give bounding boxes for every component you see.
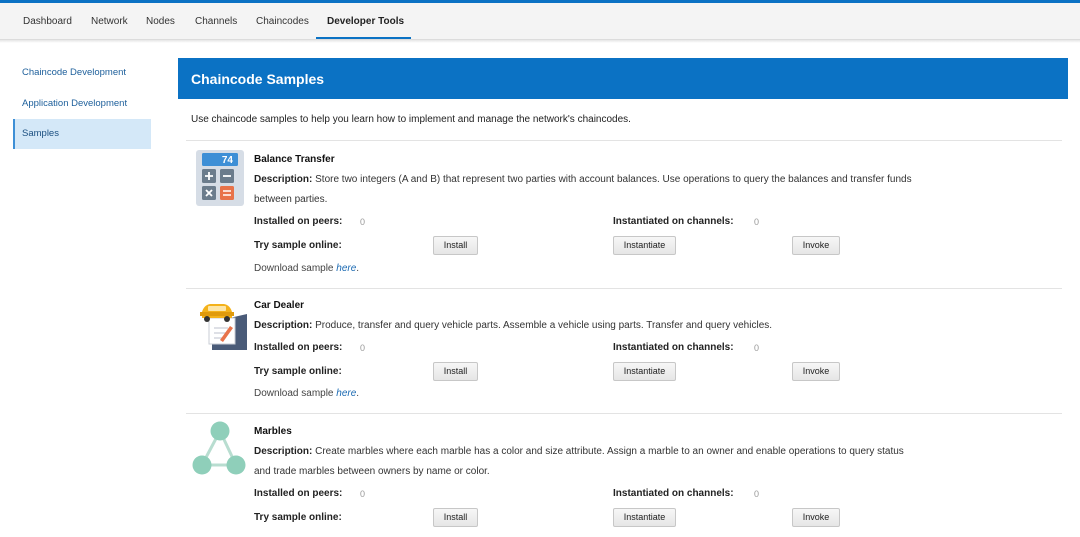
- intro-text: Use chaincode samples to help you learn …: [191, 114, 631, 125]
- description-line-2: and trade marbles between owners by name…: [254, 466, 490, 477]
- sidebar-item-application-development[interactable]: Application Development: [13, 89, 151, 119]
- instantiated-on-channels-label: Instantiated on channels:: [613, 342, 734, 353]
- instantiate-button[interactable]: Instantiate: [613, 508, 676, 527]
- installed-on-peers-count: 0: [360, 343, 366, 353]
- installed-on-peers-label: Installed on peers:: [254, 216, 343, 227]
- instantiated-on-channels-count: 0: [754, 489, 760, 499]
- tab-network[interactable]: Network: [91, 3, 128, 39]
- sample-title: Car Dealer: [254, 300, 305, 311]
- download-sample: Download sample here.: [254, 388, 359, 399]
- download-text: Download sample: [254, 388, 334, 399]
- calculator-icon: 74: [196, 150, 244, 206]
- description-line-1: Create marbles where each marble has a c…: [315, 446, 904, 457]
- download-period: .: [356, 263, 360, 274]
- tab-chaincodes[interactable]: Chaincodes: [256, 3, 309, 39]
- download-text: Download sample: [254, 263, 334, 274]
- marbles-icon: [192, 421, 246, 475]
- divider: [186, 288, 1062, 289]
- sample-description: Description: Store two integers (A and B…: [254, 170, 984, 210]
- top-navigation: Dashboard Network Nodes Channels Chainco…: [0, 3, 1080, 40]
- description-line-1: Produce, transfer and query vehicle part…: [315, 320, 773, 331]
- calculator-display: 74: [222, 155, 234, 166]
- tab-dashboard[interactable]: Dashboard: [23, 3, 72, 39]
- description-line-1: Store two integers (A and B) that repres…: [315, 174, 912, 185]
- tab-nodes[interactable]: Nodes: [146, 3, 175, 39]
- instantiated-on-channels-count: 0: [754, 343, 760, 353]
- invoke-button[interactable]: Invoke: [792, 362, 840, 381]
- instantiate-button[interactable]: Instantiate: [613, 362, 676, 381]
- install-button[interactable]: Install: [433, 236, 478, 255]
- divider: [186, 413, 1062, 414]
- installed-on-peers-count: 0: [360, 489, 366, 499]
- description-label: Description:: [254, 174, 313, 185]
- sidebar-item-samples[interactable]: Samples: [13, 119, 151, 149]
- nav-shadow: [0, 40, 1080, 43]
- car-dealer-icon: [200, 304, 247, 350]
- page-title: Chaincode Samples: [178, 58, 1068, 99]
- installed-on-peers-count: 0: [360, 217, 366, 227]
- instantiate-button[interactable]: Instantiate: [613, 236, 676, 255]
- download-period: .: [356, 388, 360, 399]
- download-sample: Download sample here.: [254, 263, 359, 274]
- try-sample-online-label: Try sample online:: [254, 512, 342, 523]
- install-button[interactable]: Install: [433, 362, 478, 381]
- sample-title: Balance Transfer: [254, 154, 335, 165]
- instantiated-on-channels-label: Instantiated on channels:: [613, 488, 734, 499]
- invoke-button[interactable]: Invoke: [792, 508, 840, 527]
- description-label: Description:: [254, 446, 313, 457]
- description-label: Description:: [254, 320, 313, 331]
- download-link[interactable]: here: [336, 388, 356, 399]
- try-sample-online-label: Try sample online:: [254, 240, 342, 251]
- download-link[interactable]: here: [336, 263, 356, 274]
- instantiated-on-channels-count: 0: [754, 217, 760, 227]
- installed-on-peers-label: Installed on peers:: [254, 342, 343, 353]
- invoke-button[interactable]: Invoke: [792, 236, 840, 255]
- sample-title: Marbles: [254, 426, 292, 437]
- sidebar-item-chaincode-development[interactable]: Chaincode Development: [13, 58, 151, 88]
- instantiated-on-channels-label: Instantiated on channels:: [613, 216, 734, 227]
- install-button[interactable]: Install: [433, 508, 478, 527]
- sample-description: Description: Produce, transfer and query…: [254, 316, 984, 336]
- divider: [186, 140, 1062, 141]
- sample-description: Description: Create marbles where each m…: [254, 442, 984, 482]
- installed-on-peers-label: Installed on peers:: [254, 488, 343, 499]
- tab-channels[interactable]: Channels: [195, 3, 237, 39]
- try-sample-online-label: Try sample online:: [254, 366, 342, 377]
- active-tab-indicator: [316, 37, 411, 39]
- tab-developer-tools[interactable]: Developer Tools: [327, 3, 404, 39]
- description-line-2: between parties.: [254, 194, 328, 205]
